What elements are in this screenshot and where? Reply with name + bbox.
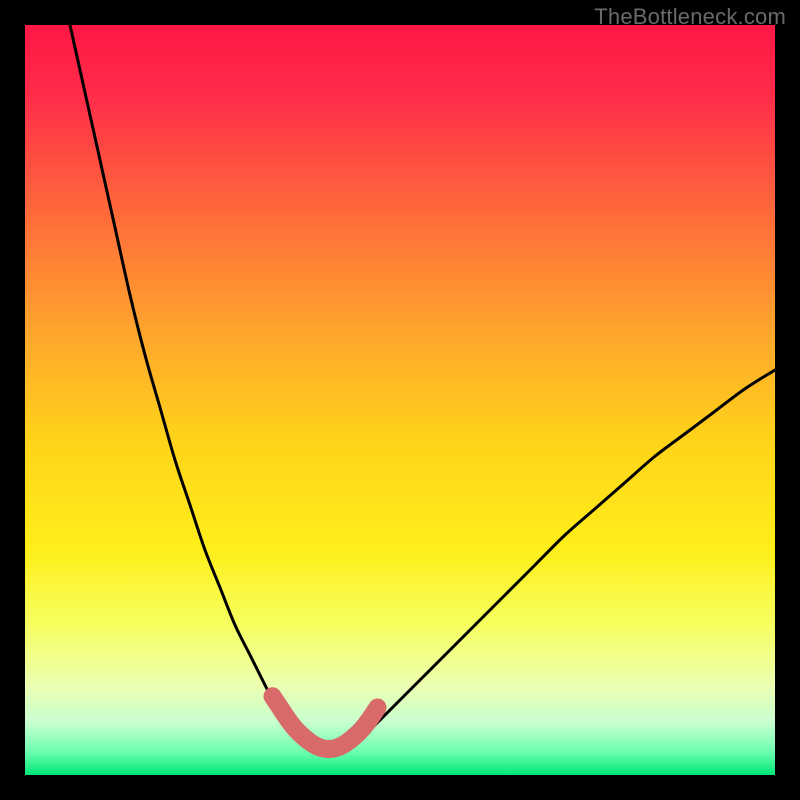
salmon-bump-path	[273, 696, 378, 749]
chart-frame: TheBottleneck.com	[0, 0, 800, 800]
plot-area	[25, 25, 775, 775]
main-curve-path	[70, 25, 775, 753]
bottleneck-curve	[25, 25, 775, 775]
